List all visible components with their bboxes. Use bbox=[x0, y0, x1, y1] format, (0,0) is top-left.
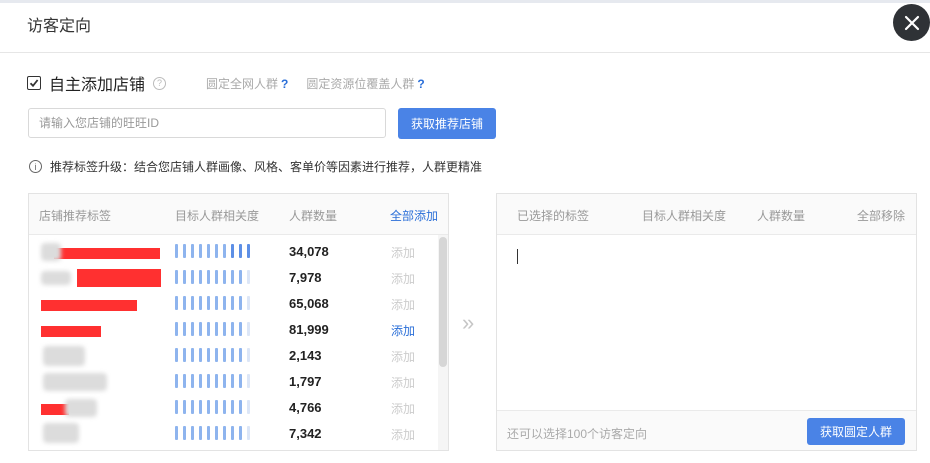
col-relevance: 目标人群相关度 bbox=[642, 209, 727, 223]
top-strip bbox=[0, 0, 930, 3]
dialog-title: 访客定向 bbox=[27, 18, 92, 35]
redaction-blur bbox=[43, 423, 79, 443]
relevance-bars bbox=[175, 426, 255, 440]
add-button[interactable]: 添加 bbox=[391, 296, 415, 313]
redaction bbox=[54, 248, 160, 259]
audience-count: 65,068 bbox=[289, 296, 329, 311]
table-row: 7,978 添加 bbox=[29, 265, 437, 291]
get-fixed-audience-button[interactable]: 获取圆定人群 bbox=[807, 418, 905, 445]
transfer-arrow-icon[interactable]: » bbox=[462, 310, 474, 336]
close-button[interactable] bbox=[893, 4, 930, 41]
add-button[interactable]: 添加 bbox=[391, 348, 415, 365]
table-row: 4,766 添加 bbox=[29, 395, 437, 421]
col-count: 人群数量 bbox=[289, 209, 338, 223]
header-divider bbox=[0, 52, 930, 53]
scrollbar-thumb[interactable] bbox=[439, 237, 447, 367]
audience-count: 81,999 bbox=[289, 322, 329, 337]
self-add-row: 自主添加店铺 ? 圆定全网人群? 圆定资源位覆盖人群? bbox=[27, 71, 425, 95]
audience-count: 2,143 bbox=[289, 348, 322, 363]
help-mark: ? bbox=[281, 76, 289, 91]
col-count: 人群数量 bbox=[757, 209, 806, 223]
add-button[interactable]: 添加 bbox=[391, 270, 415, 287]
tag-list: 34,078 添加 7,978 添加 65,068 添加 81,999 添加 2… bbox=[29, 235, 437, 450]
table-row: 1,797 添加 bbox=[29, 369, 437, 395]
remove-all-button[interactable]: 全部移除 bbox=[857, 207, 905, 224]
redaction-blur bbox=[43, 346, 85, 366]
question-circle-icon[interactable]: ? bbox=[153, 76, 167, 90]
tip-text: 推荐标签升级：结合您店铺人群画像、风格、客单价等因素进行推荐，人群更精准 bbox=[50, 160, 483, 174]
shop-id-input[interactable] bbox=[28, 108, 386, 138]
redaction-blur bbox=[41, 243, 61, 261]
add-button[interactable]: 添加 bbox=[391, 322, 415, 339]
add-button[interactable]: 添加 bbox=[391, 426, 415, 443]
audience-count: 7,978 bbox=[289, 270, 322, 285]
close-icon bbox=[904, 15, 919, 30]
relevance-bars bbox=[175, 348, 255, 362]
check-icon bbox=[29, 79, 39, 88]
relevance-bars bbox=[175, 322, 255, 336]
right-panel-footer: 还可以选择100个访客定向 获取圆定人群 bbox=[497, 410, 916, 450]
redaction-blur bbox=[43, 373, 107, 391]
add-button[interactable]: 添加 bbox=[391, 400, 415, 417]
table-row: 7,342 添加 bbox=[29, 421, 437, 447]
table-row: 81,999 添加 bbox=[29, 317, 437, 343]
self-add-checkbox[interactable] bbox=[27, 76, 41, 90]
col-shop-tag: 店铺推荐标签 bbox=[39, 209, 112, 223]
left-panel-header: 店铺推荐标签 目标人群相关度 人群数量 全部添加 bbox=[29, 194, 448, 235]
relevance-bars bbox=[175, 296, 255, 310]
audience-count: 34,078 bbox=[289, 244, 329, 259]
audience-count: 4,766 bbox=[289, 400, 322, 415]
info-circle-icon: i bbox=[29, 160, 42, 173]
remaining-hint: 还可以选择100个访客定向 bbox=[507, 427, 648, 441]
right-panel-header: 已选择的标签 目标人群相关度 人群数量 全部移除 bbox=[497, 194, 916, 235]
fixed-all-network-label: 圆定全网人群 bbox=[206, 76, 279, 91]
add-button[interactable]: 添加 bbox=[391, 374, 415, 391]
fixed-resource-link[interactable]: 圆定资源位覆盖人群? bbox=[306, 75, 424, 92]
self-add-label: 自主添加店铺 bbox=[49, 77, 146, 94]
redaction-blur bbox=[65, 399, 97, 417]
selected-tags-panel: 已选择的标签 目标人群相关度 人群数量 全部移除 还可以选择100个访客定向 获… bbox=[496, 193, 917, 451]
text-cursor bbox=[517, 249, 518, 264]
audience-count: 1,797 bbox=[289, 374, 322, 389]
redaction bbox=[41, 326, 101, 337]
redaction-blur bbox=[41, 271, 71, 285]
table-row: 34,078 添加 bbox=[29, 239, 437, 265]
help-mark: ? bbox=[417, 76, 425, 91]
relevance-bars bbox=[175, 400, 255, 414]
relevance-bars bbox=[175, 374, 255, 388]
redaction bbox=[77, 269, 161, 287]
fixed-resource-label: 圆定资源位覆盖人群 bbox=[306, 76, 415, 91]
tip-row: i 推荐标签升级：结合您店铺人群画像、风格、客单价等因素进行推荐，人群更精准 bbox=[29, 158, 482, 175]
add-button[interactable]: 添加 bbox=[391, 244, 415, 261]
get-recommended-shops-button[interactable]: 获取推荐店铺 bbox=[398, 108, 496, 139]
add-all-button[interactable]: 全部添加 bbox=[390, 207, 438, 224]
table-row: 2,143 添加 bbox=[29, 343, 437, 369]
redaction bbox=[41, 300, 137, 311]
relevance-bars bbox=[175, 244, 255, 258]
relevance-bars bbox=[175, 270, 255, 284]
audience-count: 7,342 bbox=[289, 426, 322, 441]
col-relevance: 目标人群相关度 bbox=[175, 209, 260, 223]
recommended-tags-panel: 店铺推荐标签 目标人群相关度 人群数量 全部添加 34,078 添加 7,978… bbox=[28, 193, 449, 451]
col-selected-tag: 已选择的标签 bbox=[517, 209, 590, 223]
table-row: 65,068 添加 bbox=[29, 291, 437, 317]
fixed-all-network-link[interactable]: 圆定全网人群? bbox=[206, 75, 288, 92]
